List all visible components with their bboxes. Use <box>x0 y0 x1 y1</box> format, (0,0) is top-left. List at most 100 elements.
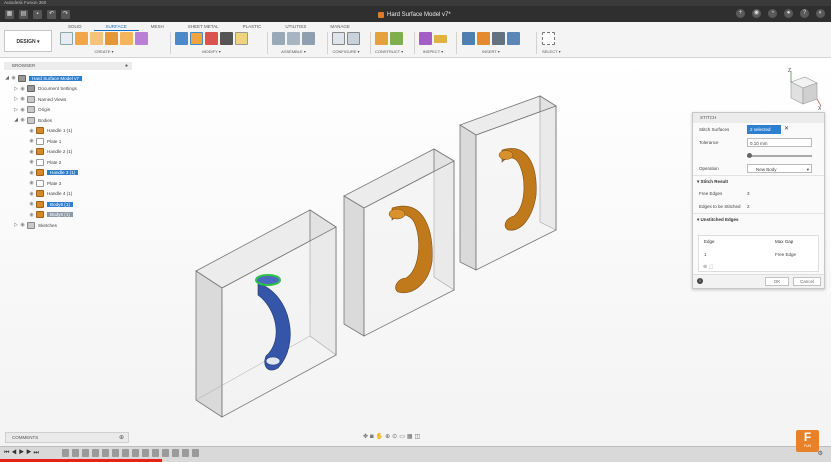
insert-derive-icon[interactable] <box>462 32 475 45</box>
visibility-eye-icon[interactable]: ◉ <box>28 170 35 176</box>
timeline-feature[interactable] <box>102 449 109 457</box>
inspect-label[interactable]: INSPECT ▾ <box>419 49 447 54</box>
timeline-feature[interactable] <box>82 449 89 457</box>
axis-icon[interactable] <box>390 32 403 45</box>
tab-solid[interactable]: SOLID <box>56 23 94 31</box>
timeline-feature[interactable] <box>162 449 169 457</box>
tolerance-input[interactable]: 0.10 mm <box>747 138 812 147</box>
visibility-eye-icon[interactable]: ◉ <box>28 201 35 207</box>
timeline-feature[interactable] <box>132 449 139 457</box>
slider-knob[interactable] <box>747 153 752 158</box>
help-icon[interactable]: ? <box>800 9 809 18</box>
insert-canvas-icon[interactable] <box>492 32 505 45</box>
timeline-feature[interactable] <box>192 449 199 457</box>
document-tab[interactable]: Hard Surface Model v7* <box>372 8 752 22</box>
plate-3[interactable] <box>459 95 557 271</box>
undo-icon[interactable]: ↶ <box>47 9 56 19</box>
new-component-icon[interactable] <box>272 32 285 45</box>
configure-table-icon[interactable] <box>347 32 360 45</box>
account-icon[interactable]: ◐ <box>816 9 825 18</box>
timeline-feature[interactable] <box>182 449 189 457</box>
timeline-feature[interactable] <box>142 449 149 457</box>
view-cube[interactable]: Z X <box>781 68 823 112</box>
browser-item[interactable]: ◢ ◉ Hard Surface Model v7 <box>4 73 132 84</box>
save-icon[interactable]: ▪ <box>33 9 42 19</box>
select-icon[interactable] <box>542 32 555 45</box>
visibility-eye-icon[interactable]: ◉ <box>19 96 26 102</box>
browser-pin-icon[interactable]: ● <box>125 62 128 70</box>
timeline-feature[interactable] <box>72 449 79 457</box>
browser-item[interactable]: ◉ Body6 (1) <box>4 199 132 210</box>
redo-icon[interactable]: ↷ <box>61 9 70 19</box>
form-icon[interactable] <box>135 32 148 45</box>
visibility-eye-icon[interactable]: ◉ <box>28 138 35 144</box>
selected-edge[interactable] <box>255 274 281 286</box>
joint-icon[interactable] <box>287 32 300 45</box>
workspace-switcher[interactable]: DESIGN ▾ <box>4 30 52 52</box>
stitch-surfaces-selector[interactable]: 2 selected <box>747 125 781 134</box>
as-built-joint-icon[interactable] <box>302 32 315 45</box>
job-status-icon[interactable]: ◔ <box>768 9 777 18</box>
timeline-controls[interactable]: ⏮◀▶▶⏭ <box>4 450 41 457</box>
browser-item[interactable]: ▷ ◉ Named Views <box>4 94 132 105</box>
visibility-eye-icon[interactable]: ◉ <box>19 86 26 92</box>
timeline-feature[interactable] <box>172 449 179 457</box>
comments-panel[interactable]: COMMENTS ⊕ <box>5 432 129 443</box>
browser-item[interactable]: ◢ ◉ Bodies <box>4 115 132 126</box>
pan-icon[interactable]: ✋ <box>376 434 385 440</box>
sweep-icon[interactable] <box>105 32 118 45</box>
visibility-eye-icon[interactable]: ◉ <box>19 117 26 123</box>
timeline-feature[interactable] <box>92 449 99 457</box>
zoom-to-edge-icon[interactable]: ⊕ ⬚ <box>703 264 713 270</box>
add-comment-icon[interactable]: ⊕ <box>119 433 124 443</box>
offset-plane-icon[interactable] <box>375 32 388 45</box>
browser-item[interactable]: ◉ Plate 2 <box>4 157 132 168</box>
tab-manage[interactable]: MANAGE <box>318 23 362 31</box>
browser-item[interactable]: ◉ Plate 3 <box>4 178 132 189</box>
clear-selection-icon[interactable]: ✕ <box>784 123 789 136</box>
delete-face-icon[interactable] <box>205 32 218 45</box>
unstitched-edges-section[interactable]: ▾ Unstitched Edges <box>693 213 824 225</box>
display-settings-icon[interactable]: ▭ <box>399 434 407 440</box>
revolve-icon[interactable] <box>90 32 103 45</box>
tab-sheet-metal[interactable]: SHEET METAL <box>176 23 231 31</box>
configure-label[interactable]: CONFIGURE ▾ <box>332 49 360 54</box>
add-tab-icon[interactable]: + <box>736 9 745 18</box>
browser-item[interactable]: ◉ Handle 3 (1) <box>4 168 132 179</box>
split-icon[interactable] <box>220 32 233 45</box>
tab-plastic[interactable]: PLASTIC <box>231 23 274 31</box>
visibility-eye-icon[interactable]: ◉ <box>28 128 35 134</box>
info-icon[interactable]: i <box>697 278 703 284</box>
browser-item[interactable]: ◉ Plate 1 <box>4 136 132 147</box>
patch-icon[interactable] <box>175 32 188 45</box>
stitch-result-section[interactable]: ▾ Stitch Result <box>693 175 824 187</box>
orbit-icon[interactable]: ✥ <box>363 434 370 440</box>
tab-surface[interactable]: SURFACE <box>93 23 139 31</box>
operation-dropdown[interactable]: New Body ▾ <box>747 164 812 173</box>
parameters-icon[interactable] <box>332 32 345 45</box>
browser-item[interactable]: ◉ Body6 (1) <box>4 210 132 221</box>
visibility-eye-icon[interactable]: ◉ <box>28 180 35 186</box>
grid-icon[interactable]: ▦ <box>5 9 14 19</box>
browser-item[interactable]: ◉ Handle 2 (1) <box>4 147 132 158</box>
timeline-features[interactable] <box>62 449 199 457</box>
browser-item[interactable]: ▷ ◉ Origin <box>4 105 132 116</box>
construct-label[interactable]: CONSTRUCT ▾ <box>375 49 403 54</box>
select-label[interactable]: SELECT ▾ <box>542 49 561 54</box>
stitch-icon[interactable] <box>235 32 248 45</box>
tab-mesh[interactable]: MESH <box>139 23 176 31</box>
sketch-icon[interactable] <box>60 32 73 45</box>
timeline-feature[interactable] <box>122 449 129 457</box>
timeline-feature[interactable] <box>112 449 119 457</box>
visibility-eye-icon[interactable]: ◉ <box>10 75 17 81</box>
visibility-eye-icon[interactable]: ◉ <box>28 212 35 218</box>
insert-mesh-icon[interactable] <box>507 32 520 45</box>
modify-label[interactable]: MODIFY ▾ <box>175 49 248 54</box>
plate-2[interactable] <box>343 148 455 337</box>
assemble-label[interactable]: ASSEMBLE ▾ <box>272 49 315 54</box>
timeline-feature[interactable] <box>152 449 159 457</box>
extensions-icon[interactable]: ◉ <box>752 9 761 18</box>
interference-icon[interactable] <box>434 34 447 43</box>
notifications-icon[interactable]: ● <box>784 9 793 18</box>
visibility-eye-icon[interactable]: ◉ <box>28 149 35 155</box>
